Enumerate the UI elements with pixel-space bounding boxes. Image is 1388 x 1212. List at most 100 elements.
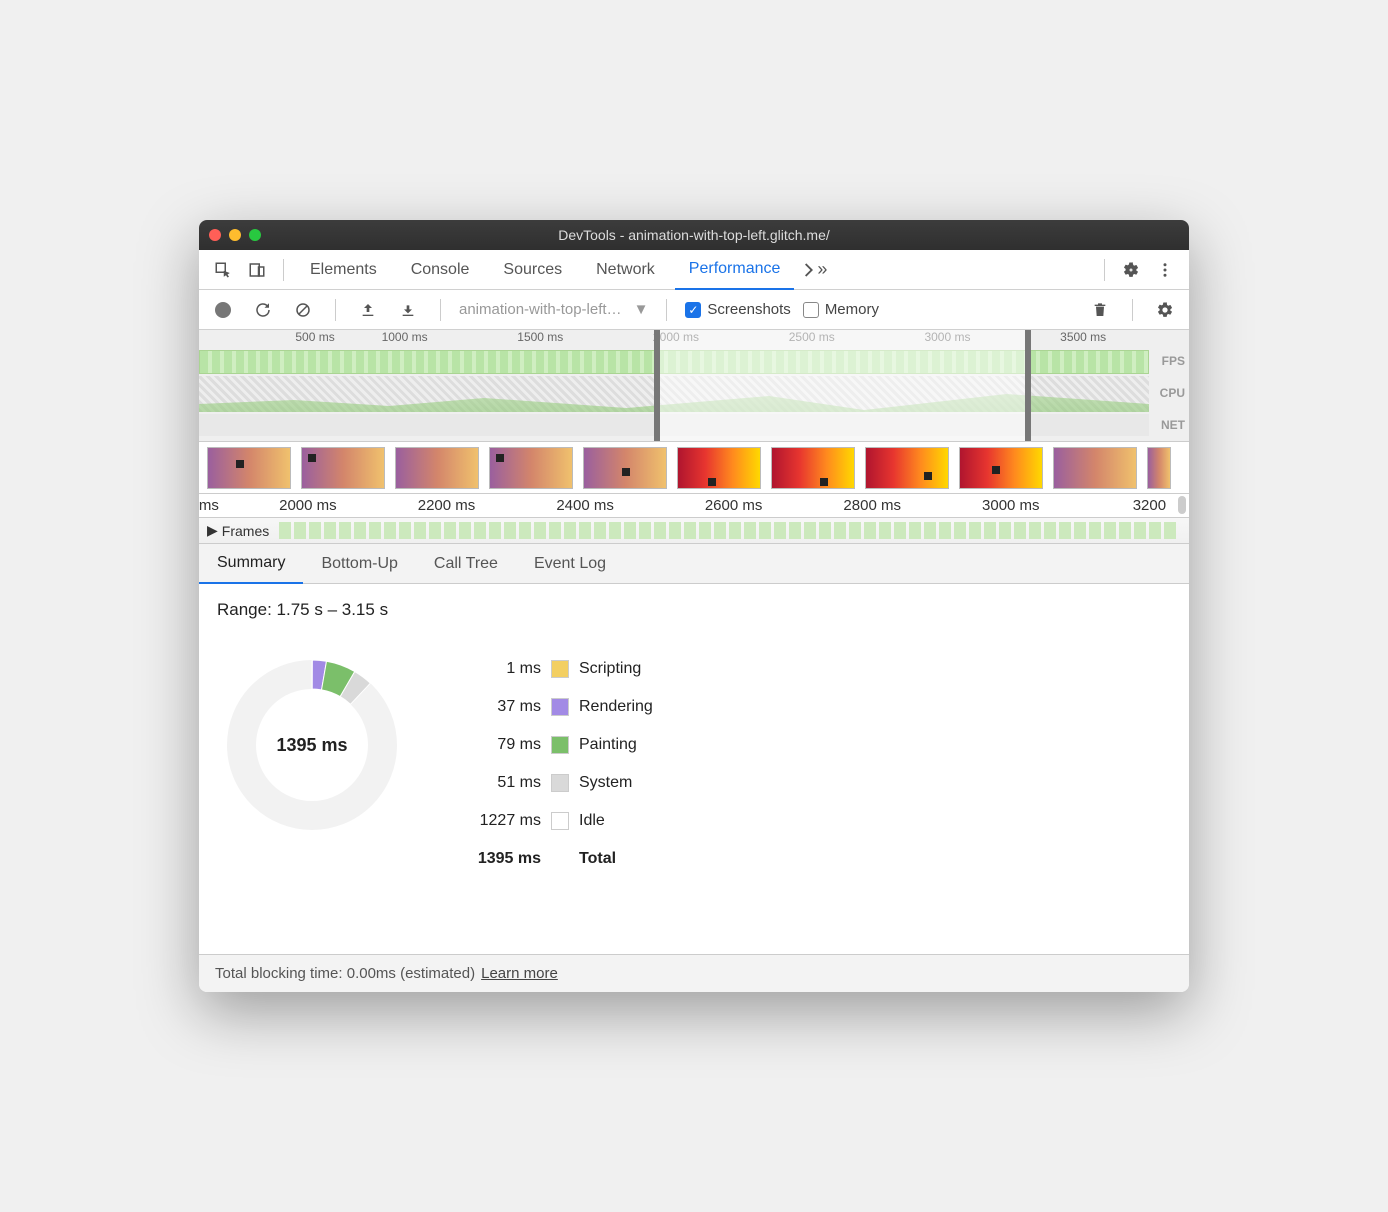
legend-row: 1227 ms Idle [467,802,653,840]
tab-sources[interactable]: Sources [489,250,576,290]
legend-swatch [551,812,569,830]
divider [1104,259,1105,281]
memory-checkbox[interactable]: Memory [803,301,879,318]
tab-console[interactable]: Console [397,250,484,290]
divider [283,259,284,281]
frames-track[interactable]: ▶ Frames [199,518,1189,544]
footer: Total blocking time: 0.00ms (estimated) … [199,954,1189,992]
screenshots-label: Screenshots [707,301,790,318]
memory-label: Memory [825,301,879,318]
legend-name: System [579,774,632,792]
cpu-label: CPU [1160,386,1185,400]
tab-elements[interactable]: Elements [296,250,391,290]
legend-swatch [551,698,569,716]
net-label: NET [1161,418,1185,432]
screenshot-thumbnail[interactable] [301,447,385,489]
clear-icon[interactable] [289,296,317,324]
screenshot-thumbnails [199,442,1189,494]
legend-ms: 1227 ms [467,812,551,830]
learn-more-link[interactable]: Learn more [481,965,558,982]
tick: 3000 ms [982,497,1040,514]
legend-row: 1 ms Scripting [467,650,653,688]
frame-bars [279,522,1179,539]
legend-row: 51 msSystem [467,764,653,802]
tick: 2600 ms [705,497,763,514]
reload-record-icon[interactable] [249,296,277,324]
screenshot-thumbnail[interactable] [959,447,1043,489]
legend-swatch [551,660,569,678]
record-button[interactable] [209,296,237,324]
tick: 1500 ms [470,330,606,348]
summary-pane: Range: 1.75 s – 3.15 s 1395 ms 1 ms Scrip… [199,584,1189,954]
tab-performance[interactable]: Performance [675,250,795,290]
checkbox-icon [803,302,819,318]
divider [335,299,336,321]
subtab-summary[interactable]: Summary [199,544,303,584]
settings-icon[interactable] [1117,256,1145,284]
legend-name: Idle [579,812,605,830]
legend-swatch [551,774,569,792]
chevron-down-icon[interactable]: ▼ [634,301,649,318]
legend-total-row: 1395 ms Total [467,840,653,878]
vertical-scrollbar[interactable] [1178,496,1186,514]
device-toggle-icon[interactable] [243,256,271,284]
legend-ms: 37 ms [467,698,551,716]
screenshot-thumbnail[interactable] [1147,447,1171,489]
upload-icon[interactable] [354,296,382,324]
legend-swatch [551,736,569,754]
expand-arrow-icon[interactable]: ▶ [199,522,222,539]
tick: 2200 ms [418,497,476,514]
divider [440,299,441,321]
screenshot-thumbnail[interactable] [207,447,291,489]
legend-row: 37 ms Rendering [467,688,653,726]
recording-dropdown[interactable]: animation-with-top-left… [459,301,622,318]
legend-name: Rendering [579,698,653,716]
screenshots-checkbox[interactable]: ✓ Screenshots [685,301,790,318]
overview-selection[interactable] [654,330,1030,441]
screenshot-thumbnail[interactable] [1053,447,1137,489]
detail-time-ruler[interactable]: ms 2000 ms 2200 ms 2400 ms 2600 ms 2800 … [199,494,1189,518]
overview-pane[interactable]: 500 ms 1000 ms 1500 ms 2000 ms 2500 ms 3… [199,330,1189,442]
summary-donut-chart: 1395 ms [217,650,407,840]
devtools-window: DevTools - animation-with-top-left.glitc… [199,220,1189,992]
tbt-label: Total blocking time: 0.00ms (estimated) [215,965,475,982]
range-label: Range: 1.75 s – 3.15 s [217,600,1171,620]
legend-ms: 1395 ms [467,850,551,868]
tick: 3200 [1133,497,1166,514]
legend-row: 79 ms Painting [467,726,653,764]
subtab-call-tree[interactable]: Call Tree [416,544,516,584]
checkbox-icon: ✓ [685,302,701,318]
tick: 2800 ms [843,497,901,514]
main-tab-bar: Elements Console Sources Network Perform… [199,250,1189,290]
legend-ms: 79 ms [467,736,551,754]
frames-label: Frames [222,523,269,539]
screenshot-thumbnail[interactable] [583,447,667,489]
legend-ms: 1 ms [467,660,551,678]
tick: 500 ms [199,330,335,348]
donut-center-label: 1395 ms [217,650,407,840]
screenshot-thumbnail[interactable] [677,447,761,489]
subtab-bottom-up[interactable]: Bottom-Up [303,544,415,584]
inspect-icon[interactable] [209,256,237,284]
tick: 1000 ms [335,330,471,348]
screenshot-thumbnail[interactable] [771,447,855,489]
window-title: DevTools - animation-with-top-left.glitc… [199,227,1189,243]
summary-tab-bar: Summary Bottom-Up Call Tree Event Log [199,544,1189,584]
titlebar: DevTools - animation-with-top-left.glitc… [199,220,1189,250]
kebab-menu-icon[interactable] [1151,256,1179,284]
screenshot-thumbnail[interactable] [489,447,573,489]
fps-label: FPS [1162,354,1185,368]
more-tabs-icon[interactable]: » [800,256,828,284]
tab-network[interactable]: Network [582,250,669,290]
screenshot-thumbnail[interactable] [865,447,949,489]
legend-name: Total [579,850,616,868]
download-icon[interactable] [394,296,422,324]
subtab-event-log[interactable]: Event Log [516,544,624,584]
delete-icon[interactable] [1086,296,1114,324]
capture-settings-icon[interactable] [1151,296,1179,324]
tick: 2000 ms [279,497,337,514]
legend-name: Painting [579,736,637,754]
screenshot-thumbnail[interactable] [395,447,479,489]
legend-name: Scripting [579,660,641,678]
tick: 3500 ms [1013,330,1149,348]
